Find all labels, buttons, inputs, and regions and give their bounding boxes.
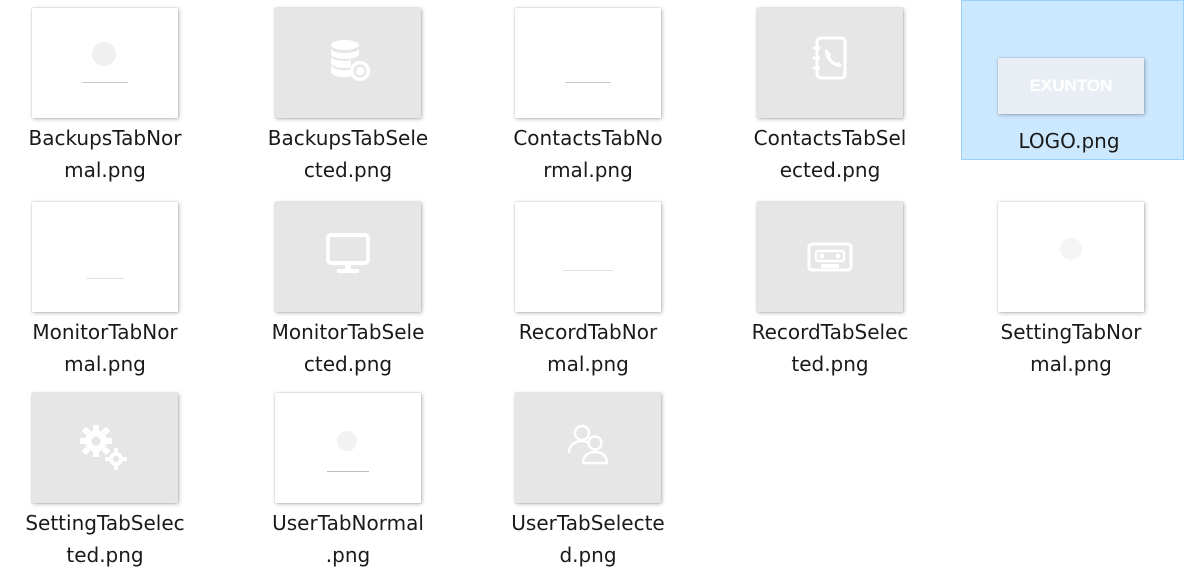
database-restore-icon — [331, 40, 370, 81]
file-name: RecordTabNor mal.png — [518, 320, 658, 376]
logo-text: EXUNTON — [1029, 76, 1113, 95]
file-item-setting-tab-selected[interactable]: SettingTabSelec ted.png — [0, 385, 234, 571]
image-thumbnail — [757, 202, 903, 312]
file-item-monitor-tab-normal[interactable]: MonitorTabNor mal.png — [0, 194, 234, 380]
file-name: BackupsTabNor mal.png — [28, 126, 182, 182]
file-name: ContactsTabNo rmal.png — [513, 126, 663, 182]
contact-book-icon — [813, 36, 847, 80]
file-item-record-tab-normal[interactable]: RecordTabNor mal.png — [483, 194, 717, 380]
file-item-record-tab-selected[interactable]: RecordTabSelec ted.png — [725, 194, 959, 380]
monitor-icon — [326, 233, 370, 273]
file-name: SettingTabSelec ted.png — [25, 511, 185, 567]
file-item-contacts-tab-normal[interactable]: ContactsTabNo rmal.png — [483, 0, 717, 186]
cassette-icon — [807, 242, 853, 272]
file-name: ContactsTabSel ected.png — [753, 126, 907, 182]
image-thumbnail — [32, 8, 178, 118]
image-thumbnail — [275, 202, 421, 312]
image-thumbnail: EXUNTON — [998, 58, 1144, 114]
file-name: RecordTabSelec ted.png — [751, 320, 909, 376]
image-thumbnail — [275, 393, 421, 503]
image-thumbnail — [998, 202, 1144, 312]
file-name: UserTabSelecte d.png — [511, 511, 665, 567]
file-item-user-tab-selected[interactable]: UserTabSelecte d.png — [483, 385, 717, 571]
file-item-setting-tab-normal[interactable]: SettingTabNor mal.png — [966, 194, 1184, 380]
file-item-contacts-tab-selected[interactable]: ContactsTabSel ected.png — [725, 0, 959, 186]
image-thumbnail — [515, 202, 661, 312]
file-name: SettingTabNor mal.png — [1000, 320, 1142, 376]
image-thumbnail — [515, 8, 661, 118]
file-name: LOGO.png — [1018, 129, 1120, 153]
file-name: MonitorTabSele cted.png — [271, 320, 425, 376]
file-item-backups-tab-normal[interactable]: BackupsTabNor mal.png — [0, 0, 234, 186]
users-icon — [567, 424, 609, 465]
file-item-user-tab-normal[interactable]: UserTabNormal .png — [243, 385, 477, 571]
file-item-monitor-tab-selected[interactable]: MonitorTabSele cted.png — [243, 194, 477, 380]
file-item-backups-tab-selected[interactable]: BackupsTabSele cted.png — [243, 0, 477, 186]
image-thumbnail — [757, 8, 903, 118]
file-name: MonitorTabNor mal.png — [32, 320, 178, 376]
image-thumbnail — [515, 393, 661, 503]
image-thumbnail — [275, 8, 421, 118]
file-name: BackupsTabSele cted.png — [267, 126, 429, 182]
file-name: UserTabNormal .png — [272, 511, 424, 567]
file-item-logo[interactable]: EXUNTON LOGO.png — [961, 0, 1184, 160]
gears-icon — [80, 425, 127, 470]
image-thumbnail — [32, 202, 178, 312]
image-thumbnail — [32, 393, 178, 503]
